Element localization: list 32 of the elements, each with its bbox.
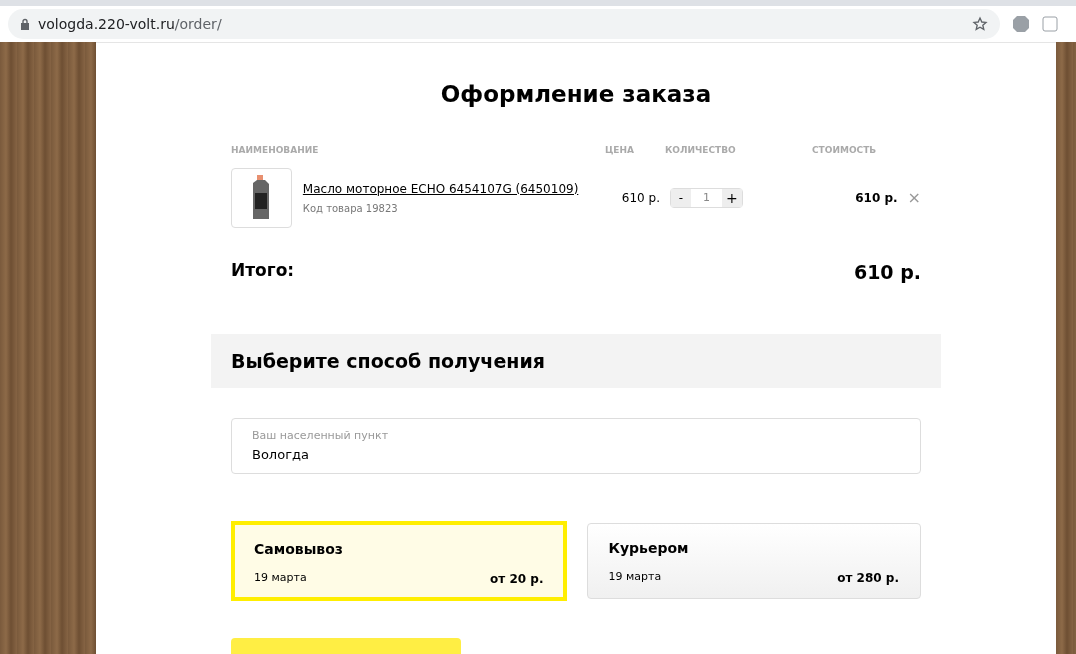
address-bar[interactable]: vologda.220-volt.ru/order/	[8, 9, 1000, 39]
column-header: ЦЕНА	[605, 143, 635, 157]
delivery-option-card[interactable]: Самовывоз 19 марта от 20 р.	[231, 521, 567, 601]
cost-text: 610 р.	[854, 189, 898, 207]
extension-icon[interactable]	[1012, 15, 1030, 33]
url-text: vologda.220-volt.ru/order/	[38, 14, 223, 34]
delivery-option-card[interactable]: Курьером 19 марта от 280 р.	[586, 523, 921, 599]
section-title: Выберите способ получения	[231, 348, 545, 374]
option-title: Самовывоз	[254, 540, 344, 559]
decrement-button[interactable]: -	[671, 188, 691, 207]
option-title: Курьером	[608, 539, 690, 558]
star-icon[interactable]	[972, 16, 988, 32]
column-header: СТОИМОСТЬ	[812, 143, 877, 157]
product-link[interactable]: Масло моторное ECHO 6454107G (6450109)	[302, 179, 603, 198]
city-input[interactable]: Вологда	[252, 444, 900, 464]
page-title: Оформление заказа	[439, 80, 713, 109]
city-field[interactable]: Ваш населенный пункт Вологда	[231, 418, 921, 474]
increment-button[interactable]: +	[722, 188, 742, 207]
quantity-field[interactable]: 1	[691, 188, 722, 207]
price-text: 610 р.	[620, 189, 660, 207]
option-price: от 20 р.	[490, 571, 544, 588]
column-header: НАИМЕНОВАНИЕ	[231, 143, 320, 157]
total-value: 610 р.	[853, 259, 921, 285]
option-price: от 280 р.	[837, 570, 899, 587]
lock-icon	[20, 18, 30, 30]
extension-icon[interactable]	[1042, 16, 1058, 32]
total-label: Итого:	[231, 258, 295, 282]
product-code: Код товара 19823	[302, 201, 399, 216]
option-date: 19 марта	[254, 570, 307, 586]
option-date: 19 марта	[608, 569, 662, 585]
column-header: КОЛИЧЕСТВО	[665, 143, 737, 157]
field-label: Ваш населенный пункт	[252, 428, 390, 444]
